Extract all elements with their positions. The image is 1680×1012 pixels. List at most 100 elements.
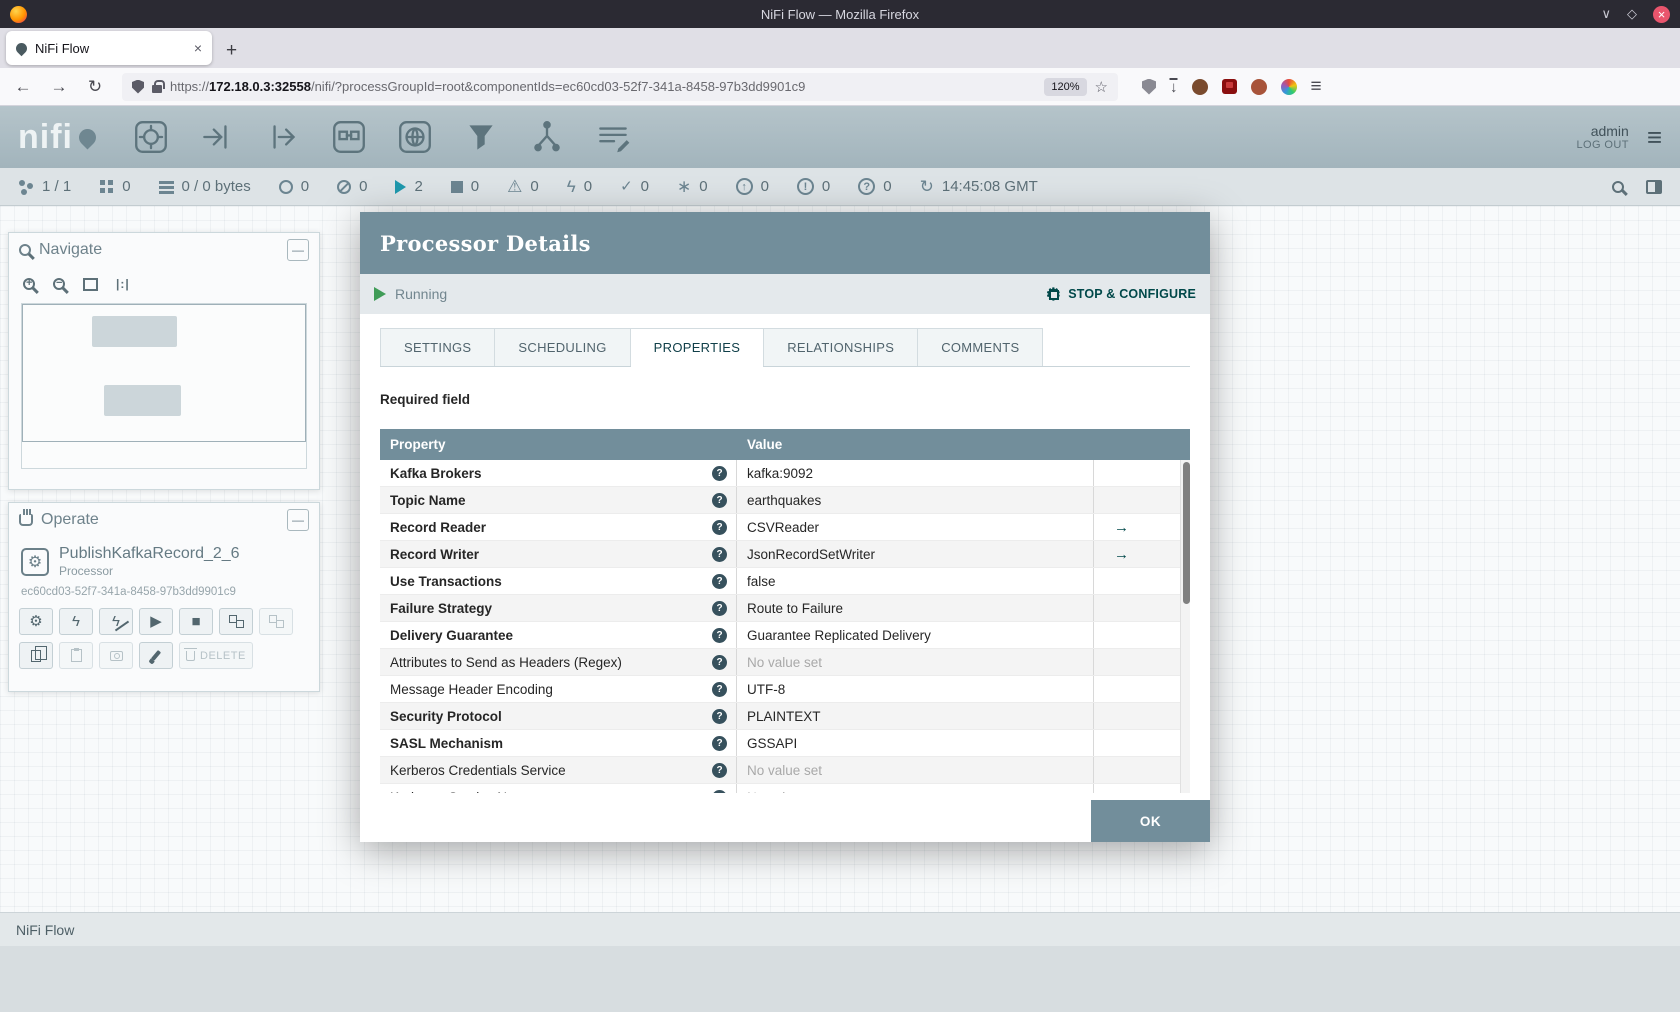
url-bar[interactable]: https://172.18.0.3:32558/nifi/?processGr… [122,72,1118,101]
help-icon[interactable]: ? [712,519,727,535]
trash-icon [184,647,197,661]
table-row: Delivery Guarantee? Guarantee Replicated… [380,622,1190,649]
reload-button[interactable]: ↻ [82,77,108,97]
stopped-count: 0 [470,178,480,195]
tab-scheduling[interactable]: SCHEDULING [495,328,631,366]
table-row: SASL Mechanism? GSSAPI [380,730,1190,757]
stop-and-configure-button[interactable]: ⚙ STOP & CONFIGURE [1046,286,1196,303]
flow-canvas[interactable]: Navigate — + − |:| Operate — ⚙ PublishKa… [0,206,1680,912]
table-row: Attributes to Send as Headers (Regex)? N… [380,649,1190,676]
fill-color-button[interactable] [139,642,173,669]
locally-modified-asterisk-icon: ∗ [676,177,692,196]
funnel-component-icon[interactable] [462,118,500,156]
birdseye-minimap[interactable] [21,303,307,469]
tab-close-icon[interactable]: × [194,40,202,56]
stop-button[interactable]: ■ [179,608,213,635]
process-group-component-icon[interactable] [330,118,368,156]
help-icon[interactable]: ? [712,654,727,670]
zoom-fit-icon[interactable] [83,277,98,291]
locally-modified-count: 0 [699,178,708,195]
tab-settings[interactable]: SETTINGS [380,328,496,366]
tab-relationships[interactable]: RELATIONSHIPS [764,328,919,366]
status-refresh[interactable]: ↻ 14:45:08 GMT [920,178,1038,195]
forward-button[interactable]: → [46,77,72,97]
account-icon[interactable] [1191,78,1208,95]
help-icon[interactable]: ? [712,708,727,724]
property-name: Attributes to Send as Headers (Regex) [390,654,622,670]
browser-menu-icon[interactable]: ≡ [1311,76,1322,98]
help-icon[interactable]: ? [712,465,727,481]
window-maximize-icon[interactable]: ◇ [1627,6,1637,22]
tracking-protection-shield-icon[interactable] [132,79,144,94]
browser-tab[interactable]: NiFi Flow × [6,31,212,65]
navigate-collapse-button[interactable]: — [287,239,309,261]
help-icon[interactable]: ? [712,573,727,589]
go-to-service-icon[interactable]: → [1114,546,1129,563]
status-invalid: ⚠ 0 [507,178,539,195]
addon-shield-icon[interactable] [1142,78,1156,95]
table-row: Message Header Encoding? UTF-8 [380,676,1190,703]
processor-component-icon[interactable] [132,118,170,156]
required-field-label: Required field [380,392,471,407]
new-tab-button[interactable]: + [226,40,237,62]
table-row: Security Protocol? PLAINTEXT [380,703,1190,730]
window-close-icon[interactable]: × [1653,5,1670,23]
cluster-count: 1 / 1 [42,178,72,195]
global-menu-icon[interactable]: ≡ [1647,122,1662,153]
brush-icon [150,650,162,661]
input-port-component-icon[interactable] [198,118,236,156]
help-icon[interactable]: ? [712,762,727,778]
zoom-out-icon[interactable]: − [53,277,65,290]
logout-link[interactable]: LOG OUT [1577,139,1629,151]
downloads-icon[interactable]: ↑ [1170,78,1178,97]
stopped-square-icon [450,180,463,193]
help-icon[interactable]: ? [712,735,727,751]
nifi-drop-icon [75,124,100,150]
label-component-icon[interactable] [594,118,632,156]
extensions-pinwheel-icon[interactable] [1280,78,1297,95]
refresh-icon[interactable]: ↻ [920,178,934,195]
table-row: Use Transactions? false [380,568,1190,595]
scrollbar-thumb[interactable] [1182,462,1190,604]
bookmark-star-icon[interactable]: ☆ [1095,78,1108,96]
go-to-service-icon[interactable]: → [1114,519,1129,536]
copy-button[interactable] [19,642,53,669]
lock-icon[interactable] [152,79,165,93]
transmitting-icon [278,179,293,194]
search-icon[interactable] [1612,180,1624,193]
output-port-component-icon[interactable] [264,118,302,156]
remote-process-group-component-icon[interactable] [396,118,434,156]
help-icon[interactable]: ? [712,789,727,793]
play-icon: ▶ [150,613,162,630]
ok-button[interactable]: OK [1091,800,1210,842]
property-name: Record Writer [390,546,480,562]
zoom-actual-size-icon[interactable]: |:| [116,277,130,291]
birdseye-toggle-icon[interactable] [1646,179,1662,194]
help-icon[interactable]: ? [712,492,727,508]
zoom-in-icon[interactable]: + [23,277,35,290]
extension-avatar-icon[interactable] [1250,78,1267,95]
help-icon[interactable]: ? [712,681,727,697]
start-button[interactable]: ▶ [139,608,173,635]
tab-properties[interactable]: PROPERTIES [630,328,765,367]
breadcrumb-root-link[interactable]: NiFi Flow [16,922,74,938]
ublock-extension-icon[interactable] [1221,79,1237,94]
zoom-level-badge[interactable]: 120% [1044,77,1087,96]
operate-collapse-button[interactable]: — [287,509,309,531]
help-icon[interactable]: ? [712,600,727,616]
table-scrollbar[interactable] [1180,460,1190,793]
sync-failure-question-icon: ? [858,178,876,195]
help-icon[interactable]: ? [712,546,727,562]
enable-button[interactable]: ϟ [59,608,93,635]
nifi-header: nifi admin LOG OUT ≡ [0,106,1680,168]
configure-button[interactable]: ⚙ [19,608,53,635]
threads-count: 0 [122,178,131,195]
help-icon[interactable]: ? [712,627,727,643]
create-template-button[interactable] [219,608,253,635]
tab-comments[interactable]: COMMENTS [918,328,1044,366]
queued-list-icon [158,180,174,193]
disable-button[interactable]: ϟ [99,608,133,635]
window-chevron-down-icon[interactable]: ∨ [1601,6,1611,22]
template-component-icon[interactable] [528,118,566,156]
back-button[interactable]: ← [10,77,36,97]
